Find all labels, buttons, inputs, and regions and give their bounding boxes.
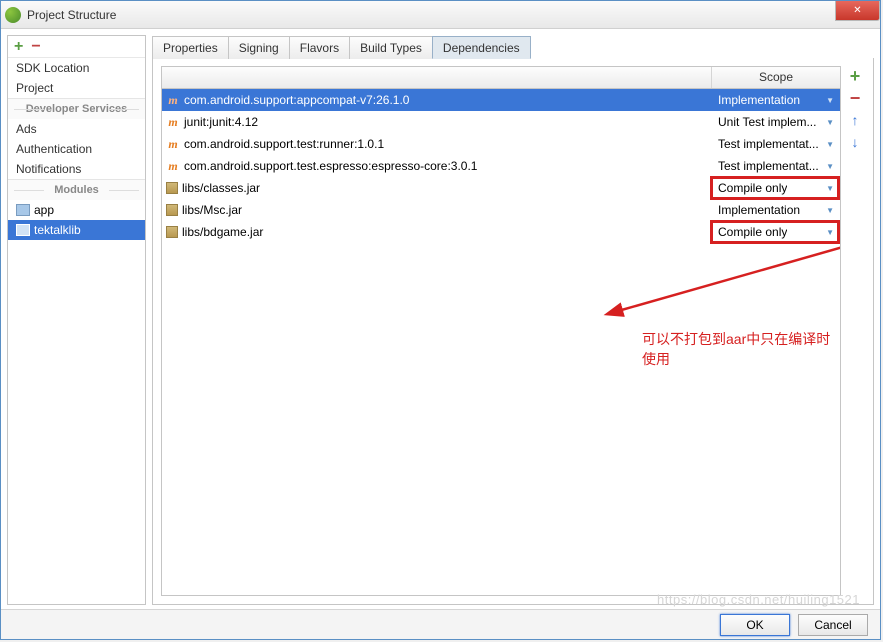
table-header: Scope xyxy=(162,67,840,89)
dependency-name: com.android.support:appcompat-v7:26.1.0 xyxy=(184,93,409,107)
app-icon xyxy=(5,7,21,23)
chevron-down-icon: ▼ xyxy=(826,162,834,171)
dependency-name: com.android.support.test.espresso:espres… xyxy=(184,159,477,173)
add-icon[interactable]: + xyxy=(14,38,23,56)
dependency-name-cell: m junit:junit:4.12 xyxy=(162,115,712,130)
scope-dropdown[interactable]: Test implementat... ▼ xyxy=(712,137,840,151)
dependency-name-cell: libs/bdgame.jar xyxy=(162,225,712,239)
table-row[interactable]: m com.android.support:appcompat-v7:26.1.0… xyxy=(162,89,840,111)
module-label: tektalklib xyxy=(34,223,81,237)
table-row[interactable]: libs/bdgame.jar Compile only ▼ xyxy=(162,221,840,243)
jar-icon xyxy=(166,226,178,238)
table-body: m com.android.support:appcompat-v7:26.1.0… xyxy=(162,89,840,595)
jar-icon xyxy=(166,182,178,194)
content-area: Scope m com.android.support:appcompat-v7:… xyxy=(152,58,874,605)
dependency-name-cell: libs/classes.jar xyxy=(162,181,712,195)
module-item-tektalklib[interactable]: tektalklib xyxy=(8,220,145,240)
table-row[interactable]: m com.android.support.test.espresso:espre… xyxy=(162,155,840,177)
scope-dropdown[interactable]: Test implementat... ▼ xyxy=(712,159,840,173)
jar-icon xyxy=(166,204,178,216)
tab-dependencies[interactable]: Dependencies xyxy=(432,36,531,59)
watermark: https://blog.csdn.net/huiling1521 xyxy=(657,592,860,607)
dependency-name: junit:junit:4.12 xyxy=(184,115,258,129)
table-row[interactable]: libs/classes.jar Compile only ▼ xyxy=(162,177,840,199)
scope-dropdown[interactable]: Implementation ▼ xyxy=(712,93,840,107)
table-row[interactable]: m com.android.support.test:runner:1.0.1 Te… xyxy=(162,133,840,155)
scope-value: Unit Test implem... xyxy=(718,115,816,129)
add-dependency-icon[interactable]: + xyxy=(847,68,863,84)
scope-dropdown[interactable]: Unit Test implem... ▼ xyxy=(712,115,840,129)
sidebar-item-project[interactable]: Project xyxy=(8,78,145,98)
dependency-name: libs/Msc.jar xyxy=(182,203,242,217)
sidebar-toolbar: + − xyxy=(8,36,145,58)
scope-value: Test implementat... xyxy=(718,137,819,151)
scope-value: Test implementat... xyxy=(718,159,819,173)
dependency-name-cell: libs/Msc.jar xyxy=(162,203,712,217)
tab-properties[interactable]: Properties xyxy=(152,36,229,59)
column-name-header[interactable] xyxy=(162,67,712,88)
sidebar-item-sdk[interactable]: SDK Location xyxy=(8,58,145,78)
sidebar-item-ads[interactable]: Ads xyxy=(8,119,145,139)
chevron-down-icon: ▼ xyxy=(826,140,834,149)
dependency-name-cell: m com.android.support.test:runner:1.0.1 xyxy=(162,137,712,152)
window-controls: ✕ xyxy=(835,1,880,21)
dependency-name-cell: m com.android.support:appcompat-v7:26.1.0 xyxy=(162,93,712,108)
remove-dependency-icon[interactable]: − xyxy=(847,90,863,106)
sidebar-item-notifications[interactable]: Notifications xyxy=(8,159,145,179)
tab-bar: Properties Signing Flavors Build Types D… xyxy=(152,35,874,59)
column-scope-header[interactable]: Scope xyxy=(712,67,840,88)
scope-dropdown[interactable]: Compile only ▼ xyxy=(712,225,840,239)
dependency-name: com.android.support.test:runner:1.0.1 xyxy=(184,137,384,151)
move-up-icon[interactable]: ↑ xyxy=(847,112,863,128)
tab-build-types[interactable]: Build Types xyxy=(349,36,433,59)
modules-header: Modules xyxy=(8,179,145,200)
annotation-text: 可以不打包到aar中只在编译时使用 xyxy=(642,329,840,369)
scope-dropdown[interactable]: Compile only ▼ xyxy=(712,181,840,195)
chevron-down-icon: ▼ xyxy=(826,96,834,105)
scope-value: Compile only xyxy=(718,181,787,195)
chevron-down-icon: ▼ xyxy=(826,118,834,127)
dialog-body: + − SDK Location Project Developer Servi… xyxy=(1,29,880,611)
dependencies-table: Scope m com.android.support:appcompat-v7:… xyxy=(161,66,841,596)
tab-signing[interactable]: Signing xyxy=(228,36,290,59)
chevron-down-icon: ▼ xyxy=(826,206,834,215)
ok-button[interactable]: OK xyxy=(720,614,790,636)
main-panel: Properties Signing Flavors Build Types D… xyxy=(152,35,874,605)
module-icon xyxy=(16,204,30,216)
table-row[interactable]: libs/Msc.jar Implementation ▼ xyxy=(162,199,840,221)
maven-icon: m xyxy=(166,137,180,152)
developer-services-header: Developer Services xyxy=(8,98,145,119)
dependency-name: libs/bdgame.jar xyxy=(182,225,263,239)
sidebar-item-auth[interactable]: Authentication xyxy=(8,139,145,159)
module-item-app[interactable]: app xyxy=(8,200,145,220)
move-down-icon[interactable]: ↓ xyxy=(847,134,863,150)
footer: OK Cancel xyxy=(1,609,880,639)
right-toolbar: + − ↑ ↓ xyxy=(845,66,865,596)
dialog-window: Project Structure ✕ + − SDK Location Pro… xyxy=(0,0,881,640)
maven-icon: m xyxy=(166,115,180,130)
module-icon xyxy=(16,224,30,236)
titlebar: Project Structure ✕ xyxy=(1,1,880,29)
cancel-button[interactable]: Cancel xyxy=(798,614,868,636)
close-button[interactable]: ✕ xyxy=(835,1,880,21)
scope-value: Implementation xyxy=(718,93,800,107)
annotation-arrow xyxy=(600,241,840,331)
chevron-down-icon: ▼ xyxy=(826,184,834,193)
scope-value: Implementation xyxy=(718,203,800,217)
remove-icon[interactable]: − xyxy=(31,38,40,56)
sidebar: + − SDK Location Project Developer Servi… xyxy=(7,35,146,605)
scope-dropdown[interactable]: Implementation ▼ xyxy=(712,203,840,217)
scope-value: Compile only xyxy=(718,225,787,239)
window-title: Project Structure xyxy=(27,8,116,22)
maven-icon: m xyxy=(166,159,180,174)
table-row[interactable]: m junit:junit:4.12 Unit Test implem... ▼ xyxy=(162,111,840,133)
maven-icon: m xyxy=(166,93,180,108)
chevron-down-icon: ▼ xyxy=(826,228,834,237)
dependency-name-cell: m com.android.support.test.espresso:espre… xyxy=(162,159,712,174)
tab-flavors[interactable]: Flavors xyxy=(289,36,350,59)
dependency-name: libs/classes.jar xyxy=(182,181,260,195)
module-label: app xyxy=(34,203,54,217)
